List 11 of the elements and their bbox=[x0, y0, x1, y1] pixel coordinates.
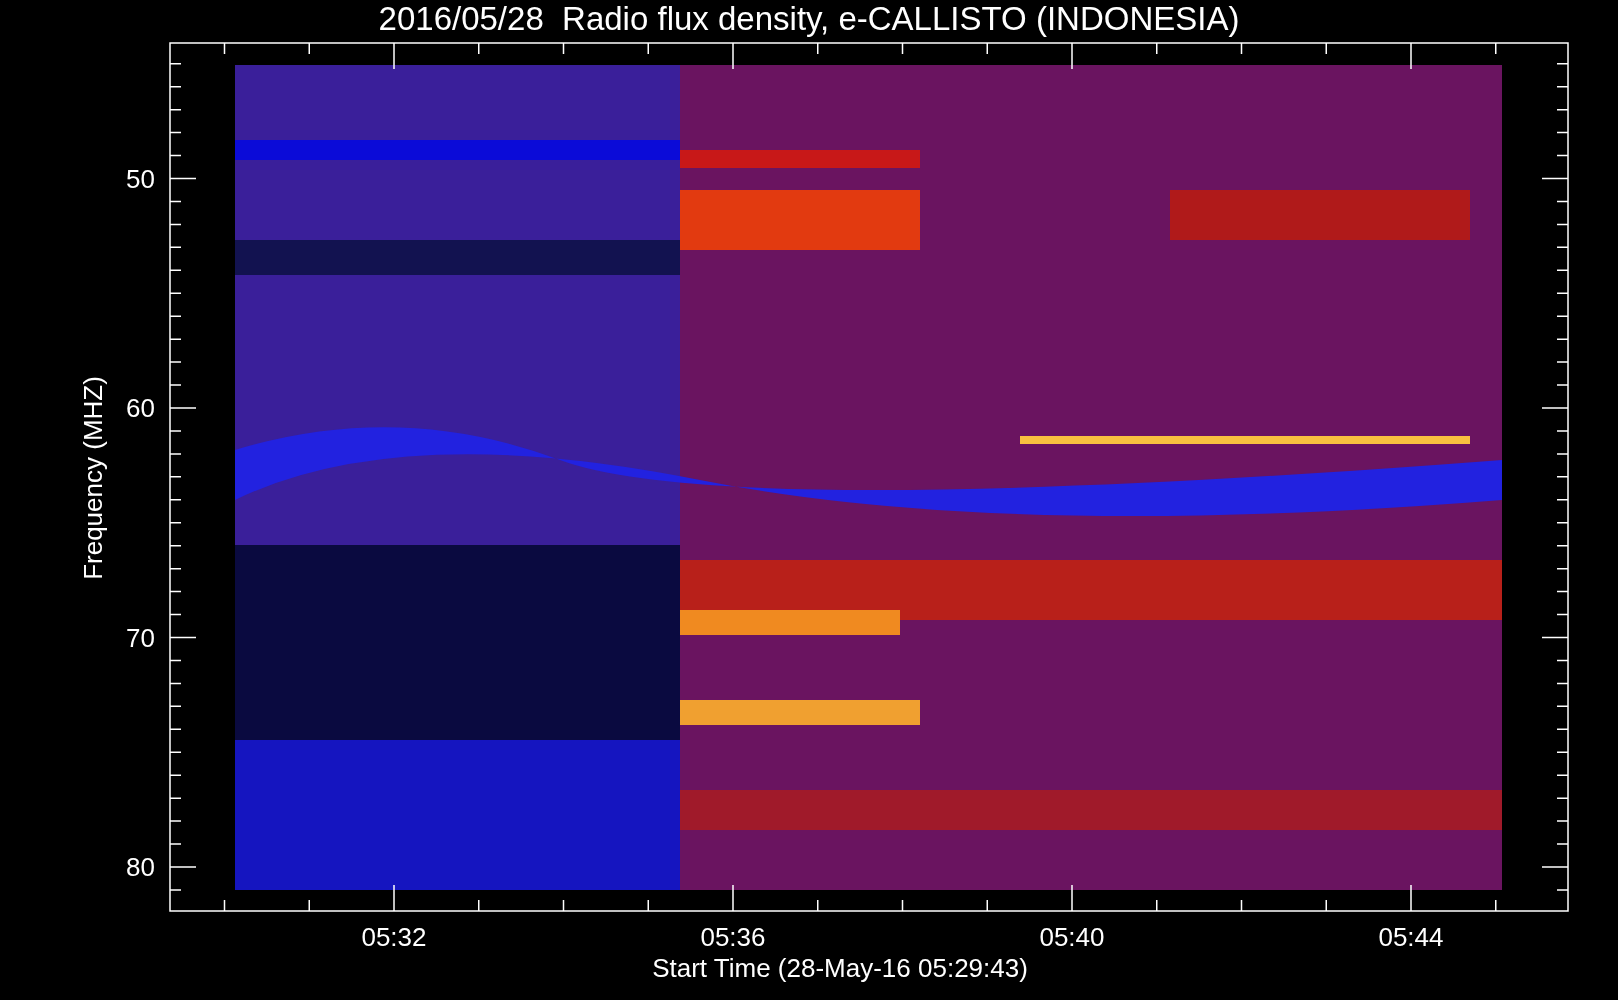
tick-label: 05:36 bbox=[700, 922, 766, 952]
tick-label: 05:44 bbox=[1378, 922, 1444, 952]
tick-label: 05:32 bbox=[361, 922, 427, 952]
chart-title: 2016/05/28 Radio flux density, e-CALLISTO (INDONESIA) bbox=[378, 0, 1240, 37]
tick-label: 80 bbox=[126, 852, 155, 882]
axis-label: Start Time (28-May-16 05:29:43) bbox=[652, 953, 1028, 983]
axis-label: Frequency (MHZ) bbox=[78, 376, 108, 580]
tick-label: 60 bbox=[126, 393, 155, 423]
tick-label: 05:40 bbox=[1039, 922, 1105, 952]
tick-label: 70 bbox=[126, 622, 155, 653]
tick-label: 50 bbox=[126, 163, 155, 194]
